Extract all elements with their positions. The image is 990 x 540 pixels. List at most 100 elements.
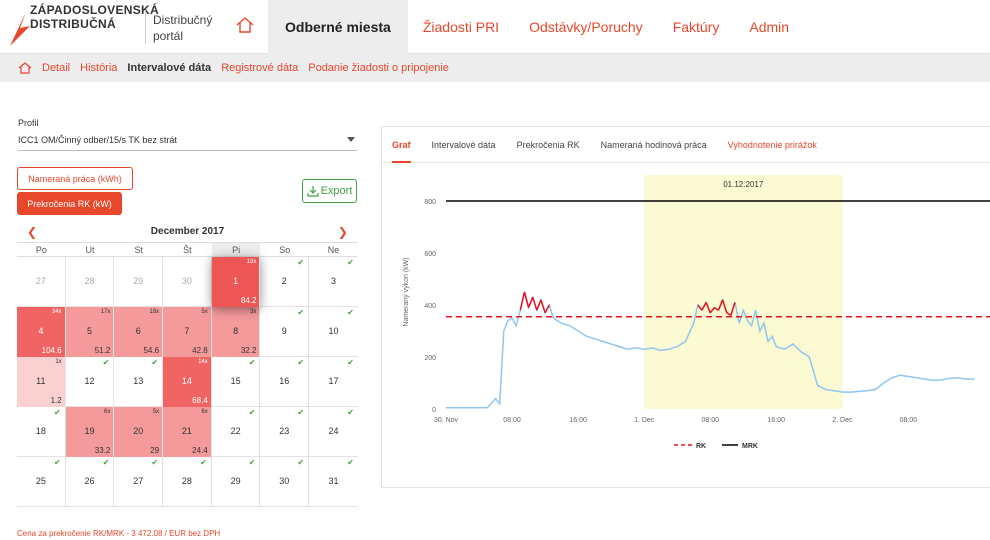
calendar-week-row: 25 ✔ 26 ✔ 27 ✔ 28 ✔ 29 ✔ 30 ✔ 31 ✔ bbox=[17, 457, 358, 507]
calendar-day[interactable]: 22 ✔ bbox=[212, 407, 261, 457]
calendar-day[interactable]: 18 ✔ bbox=[17, 407, 66, 457]
calendar-day[interactable]: 20 5x 29 bbox=[114, 407, 164, 457]
calendar-day[interactable]: 29 bbox=[114, 257, 164, 307]
portal-title: Distribučný portál bbox=[153, 13, 213, 43]
measured-work-button[interactable]: Nameraná práca (kWh) bbox=[17, 167, 133, 190]
calendar-day[interactable]: 27 ✔ bbox=[114, 457, 164, 507]
calendar-grid: 27 28 29 30 1 18x 84.2 2 ✔ 3 ✔ 4 34x 104.6 5 17x 51.2 6 18… bbox=[17, 257, 358, 507]
y-tick-label: 200 bbox=[424, 355, 436, 362]
calendar-day[interactable]: 30 ✔ bbox=[260, 457, 310, 507]
weekday-0: Po bbox=[35, 245, 47, 255]
check-icon: ✔ bbox=[53, 408, 61, 417]
prev-month-icon[interactable]: ❮ bbox=[27, 225, 37, 239]
day-number: 6 bbox=[135, 326, 141, 336]
day-number: 20 bbox=[133, 426, 144, 436]
calendar-day[interactable]: 16 ✔ bbox=[260, 357, 310, 407]
nav-faktury[interactable]: Faktúry bbox=[658, 0, 735, 54]
exceedance-count: 5x bbox=[152, 409, 160, 415]
calendar-day[interactable]: 4 34x 104.6 bbox=[17, 307, 66, 357]
tab-vyhodnotenie-prirazok[interactable]: Vyhodnotenie prirážok bbox=[728, 127, 817, 163]
profile-value: ICC1 OM/Činný odber/15/s TK bez strát bbox=[18, 135, 177, 145]
weekday-row: Po Ut St Št Pi So Ne bbox=[17, 243, 358, 257]
exceedance-count: 18x bbox=[149, 309, 160, 315]
exceedance-count: 34x bbox=[52, 309, 62, 315]
calendar-day[interactable]: 6 18x 54.6 bbox=[114, 307, 164, 357]
calendar-title: December 2017 bbox=[150, 226, 225, 237]
tab-prekrocenia-rk[interactable]: Prekročenia RK bbox=[517, 127, 580, 163]
calendar-day[interactable]: 10 ✔ bbox=[309, 307, 358, 357]
calendar-day[interactable]: 9 ✔ bbox=[260, 307, 310, 357]
calendar-day[interactable]: 26 ✔ bbox=[66, 457, 115, 507]
tab-intervalove-data[interactable]: Intervalové dáta bbox=[432, 127, 496, 163]
nav-admin[interactable]: Admin bbox=[734, 0, 804, 54]
calendar-day[interactable]: 19 6x 33.2 bbox=[65, 407, 115, 457]
check-icon: ✔ bbox=[151, 358, 159, 367]
tab-namerana-hodinova-praca[interactable]: Nameraná hodinová práca bbox=[601, 127, 707, 163]
export-button[interactable]: Export bbox=[302, 179, 357, 203]
calendar-day[interactable]: 27 bbox=[17, 257, 66, 307]
sub-home-icon[interactable] bbox=[18, 61, 32, 75]
calendar-day[interactable]: 17 ✔ bbox=[309, 357, 358, 407]
calendar-day[interactable]: 8 3x 32.2 bbox=[211, 307, 261, 357]
rk-exceedance-button[interactable]: Prekročenia RK (kW) bbox=[17, 192, 122, 215]
nav-odstavky-poruchy[interactable]: Odstávky/Poruchy bbox=[514, 0, 658, 54]
day-number: 28 bbox=[181, 476, 192, 486]
check-icon: ✔ bbox=[347, 358, 354, 367]
next-month-icon[interactable]: ❯ bbox=[338, 225, 348, 239]
calendar-day[interactable]: 30 bbox=[163, 257, 212, 307]
calendar-day[interactable]: 3 ✔ bbox=[309, 257, 358, 307]
day-number: 5 bbox=[87, 326, 93, 336]
calendar-day[interactable]: 5 17x 51.2 bbox=[65, 307, 115, 357]
check-icon: ✔ bbox=[200, 458, 207, 467]
legend-rk-label: RK bbox=[696, 443, 706, 450]
day-number: 16 bbox=[279, 376, 290, 386]
header-divider bbox=[145, 10, 146, 44]
legend-mrk-label: MRK bbox=[742, 443, 758, 450]
check-icon: ✔ bbox=[347, 308, 354, 317]
profile-label: Profil bbox=[18, 118, 39, 128]
calendar-day[interactable]: 23 ✔ bbox=[260, 407, 310, 457]
exceedance-segment bbox=[544, 304, 550, 314]
subnav-historia[interactable]: História bbox=[80, 62, 117, 74]
calendar-day[interactable]: 28 bbox=[66, 257, 115, 307]
nav-ziadosti-pri[interactable]: Žiadosti PRI bbox=[408, 0, 514, 54]
calendar-day[interactable]: 12 ✔ bbox=[66, 357, 115, 407]
exceedance-segment bbox=[523, 291, 530, 308]
subnav-detail[interactable]: Detail bbox=[42, 62, 70, 74]
day-number: 31 bbox=[328, 476, 339, 486]
nav-odberne-miesta[interactable]: Odberné miesta bbox=[268, 0, 408, 54]
calendar-day[interactable]: 2 ✔ bbox=[260, 257, 310, 307]
calendar-day[interactable]: 1 18x 84.2 bbox=[211, 257, 261, 307]
export-icon bbox=[306, 186, 319, 197]
subnav-intervalove-data[interactable]: Intervalové dáta bbox=[127, 62, 211, 74]
calendar-day[interactable]: 15 ✔ bbox=[212, 357, 261, 407]
calendar-day[interactable]: 7 5x 42.8 bbox=[163, 307, 212, 357]
exceedance-value: 32.2 bbox=[240, 346, 257, 355]
calendar-day[interactable]: 28 ✔ bbox=[163, 457, 212, 507]
calendar-day[interactable]: 24 ✔ bbox=[309, 407, 358, 457]
calendar-day[interactable]: 14 14x 68.4 bbox=[163, 357, 212, 407]
price-note: Cena za prekročenie RK/MRK - 3 472.08 / … bbox=[17, 529, 221, 538]
calendar-day[interactable]: 29 ✔ bbox=[212, 457, 261, 507]
check-icon: ✔ bbox=[347, 458, 354, 467]
highlight-label: 01.12.2017 bbox=[723, 180, 764, 189]
exceedance-count: 14x bbox=[198, 359, 208, 365]
check-icon: ✔ bbox=[102, 458, 110, 467]
exceedance-count: 5x bbox=[201, 309, 208, 315]
profile-select[interactable]: ICC1 OM/Činný odber/15/s TK bez strát bbox=[18, 131, 357, 151]
calendar-day[interactable]: 13 ✔ bbox=[114, 357, 164, 407]
calendar-day[interactable]: 31 ✔ bbox=[309, 457, 358, 507]
calendar-day[interactable]: 11 1x 1.2 bbox=[17, 357, 66, 407]
calendar-week-row: 4 34x 104.6 5 17x 51.2 6 18x 54.6 7 5x 42.8 8 3x 32.2 9… bbox=[17, 307, 358, 357]
tab-graf[interactable]: Graf bbox=[392, 127, 411, 163]
check-icon: ✔ bbox=[102, 358, 110, 367]
calendar-day[interactable]: 25 ✔ bbox=[17, 457, 66, 507]
subnav-podanie-ziadosti[interactable]: Podanie žiadosti o pripojenie bbox=[308, 62, 449, 74]
calendar-day[interactable]: 21 6x 24.4 bbox=[163, 407, 212, 457]
sub-nav: Detail História Intervalové dáta Registr… bbox=[0, 54, 990, 82]
brand-line1: ZÁPADOSLOVENSKÁ bbox=[30, 3, 159, 17]
home-icon[interactable] bbox=[234, 14, 256, 36]
subnav-registrove-data[interactable]: Registrové dáta bbox=[221, 62, 298, 74]
check-icon: ✔ bbox=[248, 458, 256, 467]
check-icon: ✔ bbox=[347, 408, 354, 417]
